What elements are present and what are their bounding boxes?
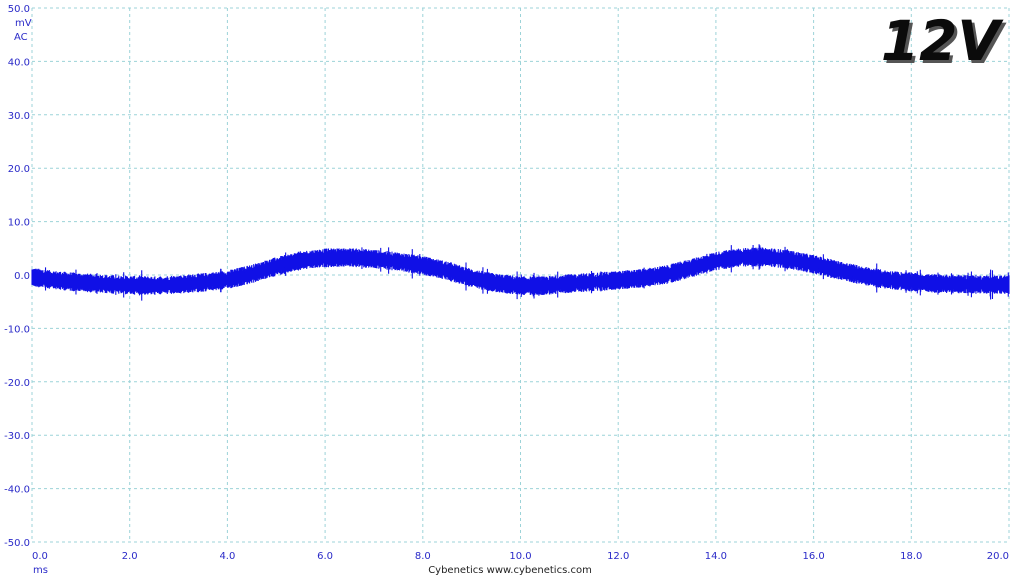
x-tick-label: 2.0 xyxy=(122,551,138,562)
y-axis-ticks: 50.0 40.0 30.0 20.0 10.0 0.0 -10.0 -20.0 -30.0 -4… xyxy=(4,4,30,549)
y-tick-label: 0.0 xyxy=(14,271,30,282)
x-tick-label: 4.0 xyxy=(219,551,235,562)
x-tick-label: 18.0 xyxy=(900,551,922,562)
y-tick-label: -40.0 xyxy=(4,485,30,496)
y-tick-label: -30.0 xyxy=(4,431,30,442)
credit-text: Cybenetics www.cybenetics.com xyxy=(428,565,592,576)
x-axis-ticks: 0.0 2.0 4.0 6.0 8.0 10.0 12.0 14.0 16.0 18.0 20.0 xyxy=(32,551,1009,562)
x-tick-label: 6.0 xyxy=(317,551,333,562)
y-tick-label: 30.0 xyxy=(8,111,30,122)
y-tick-label: -20.0 xyxy=(4,378,30,389)
y-tick-label: 10.0 xyxy=(8,218,30,229)
x-tick-label: 8.0 xyxy=(415,551,431,562)
y-axis-coupling: AC xyxy=(14,32,28,43)
y-tick-label: 50.0 xyxy=(8,4,30,15)
x-tick-label: 16.0 xyxy=(802,551,824,562)
x-axis-unit: ms xyxy=(33,565,48,576)
x-tick-label: 14.0 xyxy=(705,551,727,562)
scope-chart: 50.0 40.0 30.0 20.0 10.0 0.0 -10.0 -20.0 -30.0 -4… xyxy=(4,4,1010,576)
y-tick-label: 20.0 xyxy=(8,164,30,175)
y-tick-label: -50.0 xyxy=(4,538,30,549)
rail-title: 12V xyxy=(881,9,1005,73)
y-tick-label: -10.0 xyxy=(4,324,30,335)
y-axis-unit: mV xyxy=(15,18,32,29)
x-tick-label: 10.0 xyxy=(509,551,531,562)
y-tick-label: 40.0 xyxy=(8,57,30,68)
x-tick-label: 20.0 xyxy=(987,551,1009,562)
x-tick-label: 0.0 xyxy=(32,551,48,562)
x-tick-label: 12.0 xyxy=(607,551,629,562)
